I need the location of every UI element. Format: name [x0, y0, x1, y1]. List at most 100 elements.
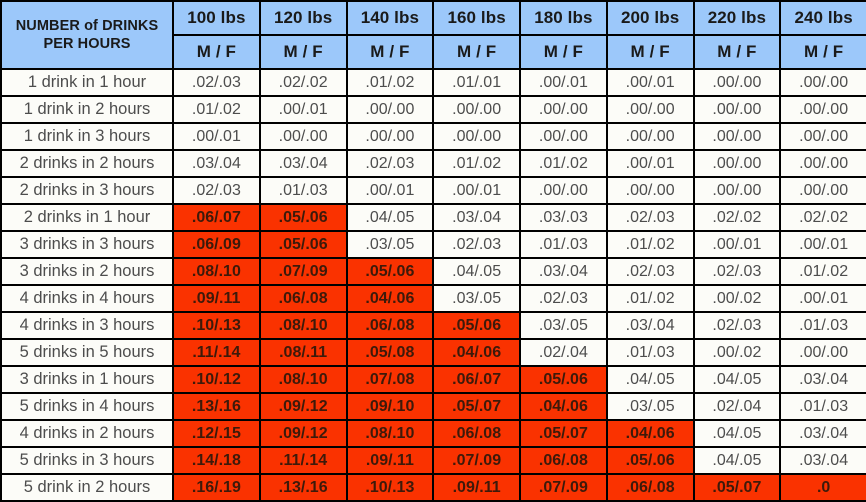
bac-cell: .02/.04	[519, 338, 608, 367]
bac-cell-danger: .06/.08	[432, 419, 521, 448]
row-label: 4 drinks in 2 hours	[0, 419, 174, 448]
mf-header-220: M / F	[692, 34, 782, 70]
table-row: 4 drinks in 4 hours .09/.11.06/.08.04/.06…	[0, 284, 866, 313]
bac-cell: .03/.04	[779, 446, 866, 475]
bac-cell: .01/.02	[519, 149, 608, 178]
bac-cell: .04/.05	[345, 203, 435, 232]
bac-cell-danger: .08/.10	[172, 257, 261, 286]
row-label: 2 drinks in 1 hour	[0, 203, 174, 232]
header-row-weights: NUMBER of DRINKS PER HOURS 100 lbs 120 l…	[0, 0, 866, 70]
bac-cell-danger: .09/.11	[172, 284, 261, 313]
bac-cell: .01/.03	[779, 311, 866, 340]
bac-cell: .02/.04	[692, 392, 782, 421]
table-row: 3 drinks in 1 hours .10/.12.08/.10.07/.08…	[0, 365, 866, 394]
bac-cell: .00/.00	[779, 68, 866, 97]
bac-cell-danger: .05/.08	[345, 338, 435, 367]
table-row: 2 drinks in 2 hours .03/.04.03/.04.02/.03…	[0, 149, 866, 178]
bac-cell: .00/.01	[692, 230, 782, 259]
bac-cell: .01/.02	[345, 68, 435, 97]
bac-cell-danger: .05/.06	[258, 203, 348, 232]
bac-cell: .00/.00	[605, 176, 695, 205]
bac-cell: .02/.03	[432, 230, 521, 259]
bac-cell-danger: .0	[779, 473, 866, 502]
bac-cell-danger: .05/.06	[432, 311, 521, 340]
bac-cell: .00/.01	[605, 149, 695, 178]
bac-cell: .01/.02	[172, 95, 261, 124]
row-label: 1 drink in 2 hours	[0, 95, 174, 124]
bac-cell: .04/.05	[605, 365, 695, 394]
mf-header-140: M / F	[345, 34, 435, 70]
bac-cell: .03/.04	[519, 257, 608, 286]
bac-cell: .00/.00	[692, 149, 782, 178]
bac-cell: .02/.03	[692, 257, 782, 286]
weight-header-120: 120 lbs	[258, 0, 348, 36]
mf-header-160: M / F	[432, 34, 521, 70]
bac-cell: .00/.00	[692, 122, 782, 151]
bac-cell: .03/.03	[519, 203, 608, 232]
bac-cell-danger: .12/.15	[172, 419, 261, 448]
table-row: 3 drinks in 2 hours .08/.10.07/.09.05/.06…	[0, 257, 866, 286]
bac-cell: .00/.00	[519, 95, 608, 124]
bac-cell-danger: .05/.06	[258, 230, 348, 259]
bac-cell-danger: .04/.06	[345, 284, 435, 313]
bac-cell-danger: .08/.10	[258, 311, 348, 340]
mf-header-240: M / F	[779, 34, 866, 70]
row-label: 1 drink in 1 hour	[0, 68, 174, 97]
row-label: 4 drinks in 4 hours	[0, 284, 174, 313]
bac-cell: .02/.03	[605, 257, 695, 286]
bac-cell-danger: .06/.08	[258, 284, 348, 313]
bac-cell: .00/.01	[172, 122, 261, 151]
bac-cell: .00/.00	[692, 68, 782, 97]
bac-cell-danger: .06/.07	[432, 365, 521, 394]
table-row: 4 drinks in 3 hours .10/.13.08/.10.06/.08…	[0, 311, 866, 340]
bac-cell: .03/.04	[258, 149, 348, 178]
table-row: 5 drinks in 3 hours .14/.18.11/.14.09/.11…	[0, 446, 866, 475]
bac-cell: .00/.00	[345, 95, 435, 124]
bac-cell: .00/.00	[519, 176, 608, 205]
row-label: 5 drink in 2 hours	[0, 473, 174, 502]
bac-cell: .03/.04	[779, 419, 866, 448]
weight-header-200: 200 lbs	[605, 0, 695, 36]
bac-chart-table: NUMBER of DRINKS PER HOURS 100 lbs 120 l…	[0, 0, 866, 502]
bac-cell: .02/.03	[172, 176, 261, 205]
table-row: 2 drinks in 1 hour .06/.07.05/.06.04/.05.…	[0, 203, 866, 232]
bac-cell: .02/.02	[692, 203, 782, 232]
bac-cell: .00/.01	[432, 176, 521, 205]
bac-cell: .01/.03	[519, 230, 608, 259]
bac-cell-danger: .07/.09	[519, 473, 608, 502]
bac-cell: .03/.05	[605, 392, 695, 421]
bac-cell-danger: .04/.06	[605, 419, 695, 448]
bac-cell-danger: .07/.09	[432, 446, 521, 475]
mf-header-200: M / F	[605, 34, 695, 70]
bac-cell-danger: .06/.07	[172, 203, 261, 232]
row-label: 5 drinks in 5 hours	[0, 338, 174, 367]
bac-cell-danger: .05/.07	[519, 419, 608, 448]
bac-cell: .00/.00	[432, 122, 521, 151]
bac-cell: .00/.00	[779, 176, 866, 205]
row-label: 3 drinks in 1 hours	[0, 365, 174, 394]
weight-header-160: 160 lbs	[432, 0, 521, 36]
bac-cell: .01/.03	[258, 176, 348, 205]
mf-header-120: M / F	[258, 34, 348, 70]
bac-cell-danger: .09/.11	[432, 473, 521, 502]
bac-cell-danger: .06/.08	[345, 311, 435, 340]
bac-cell: .04/.05	[692, 365, 782, 394]
table-row: 1 drink in 1 hour .02/.03.02/.02.01/.02.0…	[0, 68, 866, 97]
bac-cell: .00/.02	[692, 284, 782, 313]
bac-cell-danger: .04/.06	[519, 392, 608, 421]
bac-cell-danger: .05/.06	[605, 446, 695, 475]
bac-cell: .00/.00	[519, 122, 608, 151]
table-row: 5 drinks in 4 hours .13/.16.09/.12.09/.10…	[0, 392, 866, 421]
bac-cell-danger: .08/.10	[345, 419, 435, 448]
bac-cell: .03/.04	[605, 311, 695, 340]
bac-cell: .00/.01	[258, 95, 348, 124]
bac-cell-danger: .11/.14	[258, 446, 348, 475]
bac-cell: .00/.00	[779, 122, 866, 151]
row-label: 5 drinks in 4 hours	[0, 392, 174, 421]
bac-cell-danger: .05/.06	[345, 257, 435, 286]
bac-cell-danger: .14/.18	[172, 446, 261, 475]
row-label: 2 drinks in 2 hours	[0, 149, 174, 178]
bac-cell-danger: .09/.11	[345, 446, 435, 475]
bac-cell: .01/.02	[779, 257, 866, 286]
bac-cell-danger: .06/.08	[519, 446, 608, 475]
